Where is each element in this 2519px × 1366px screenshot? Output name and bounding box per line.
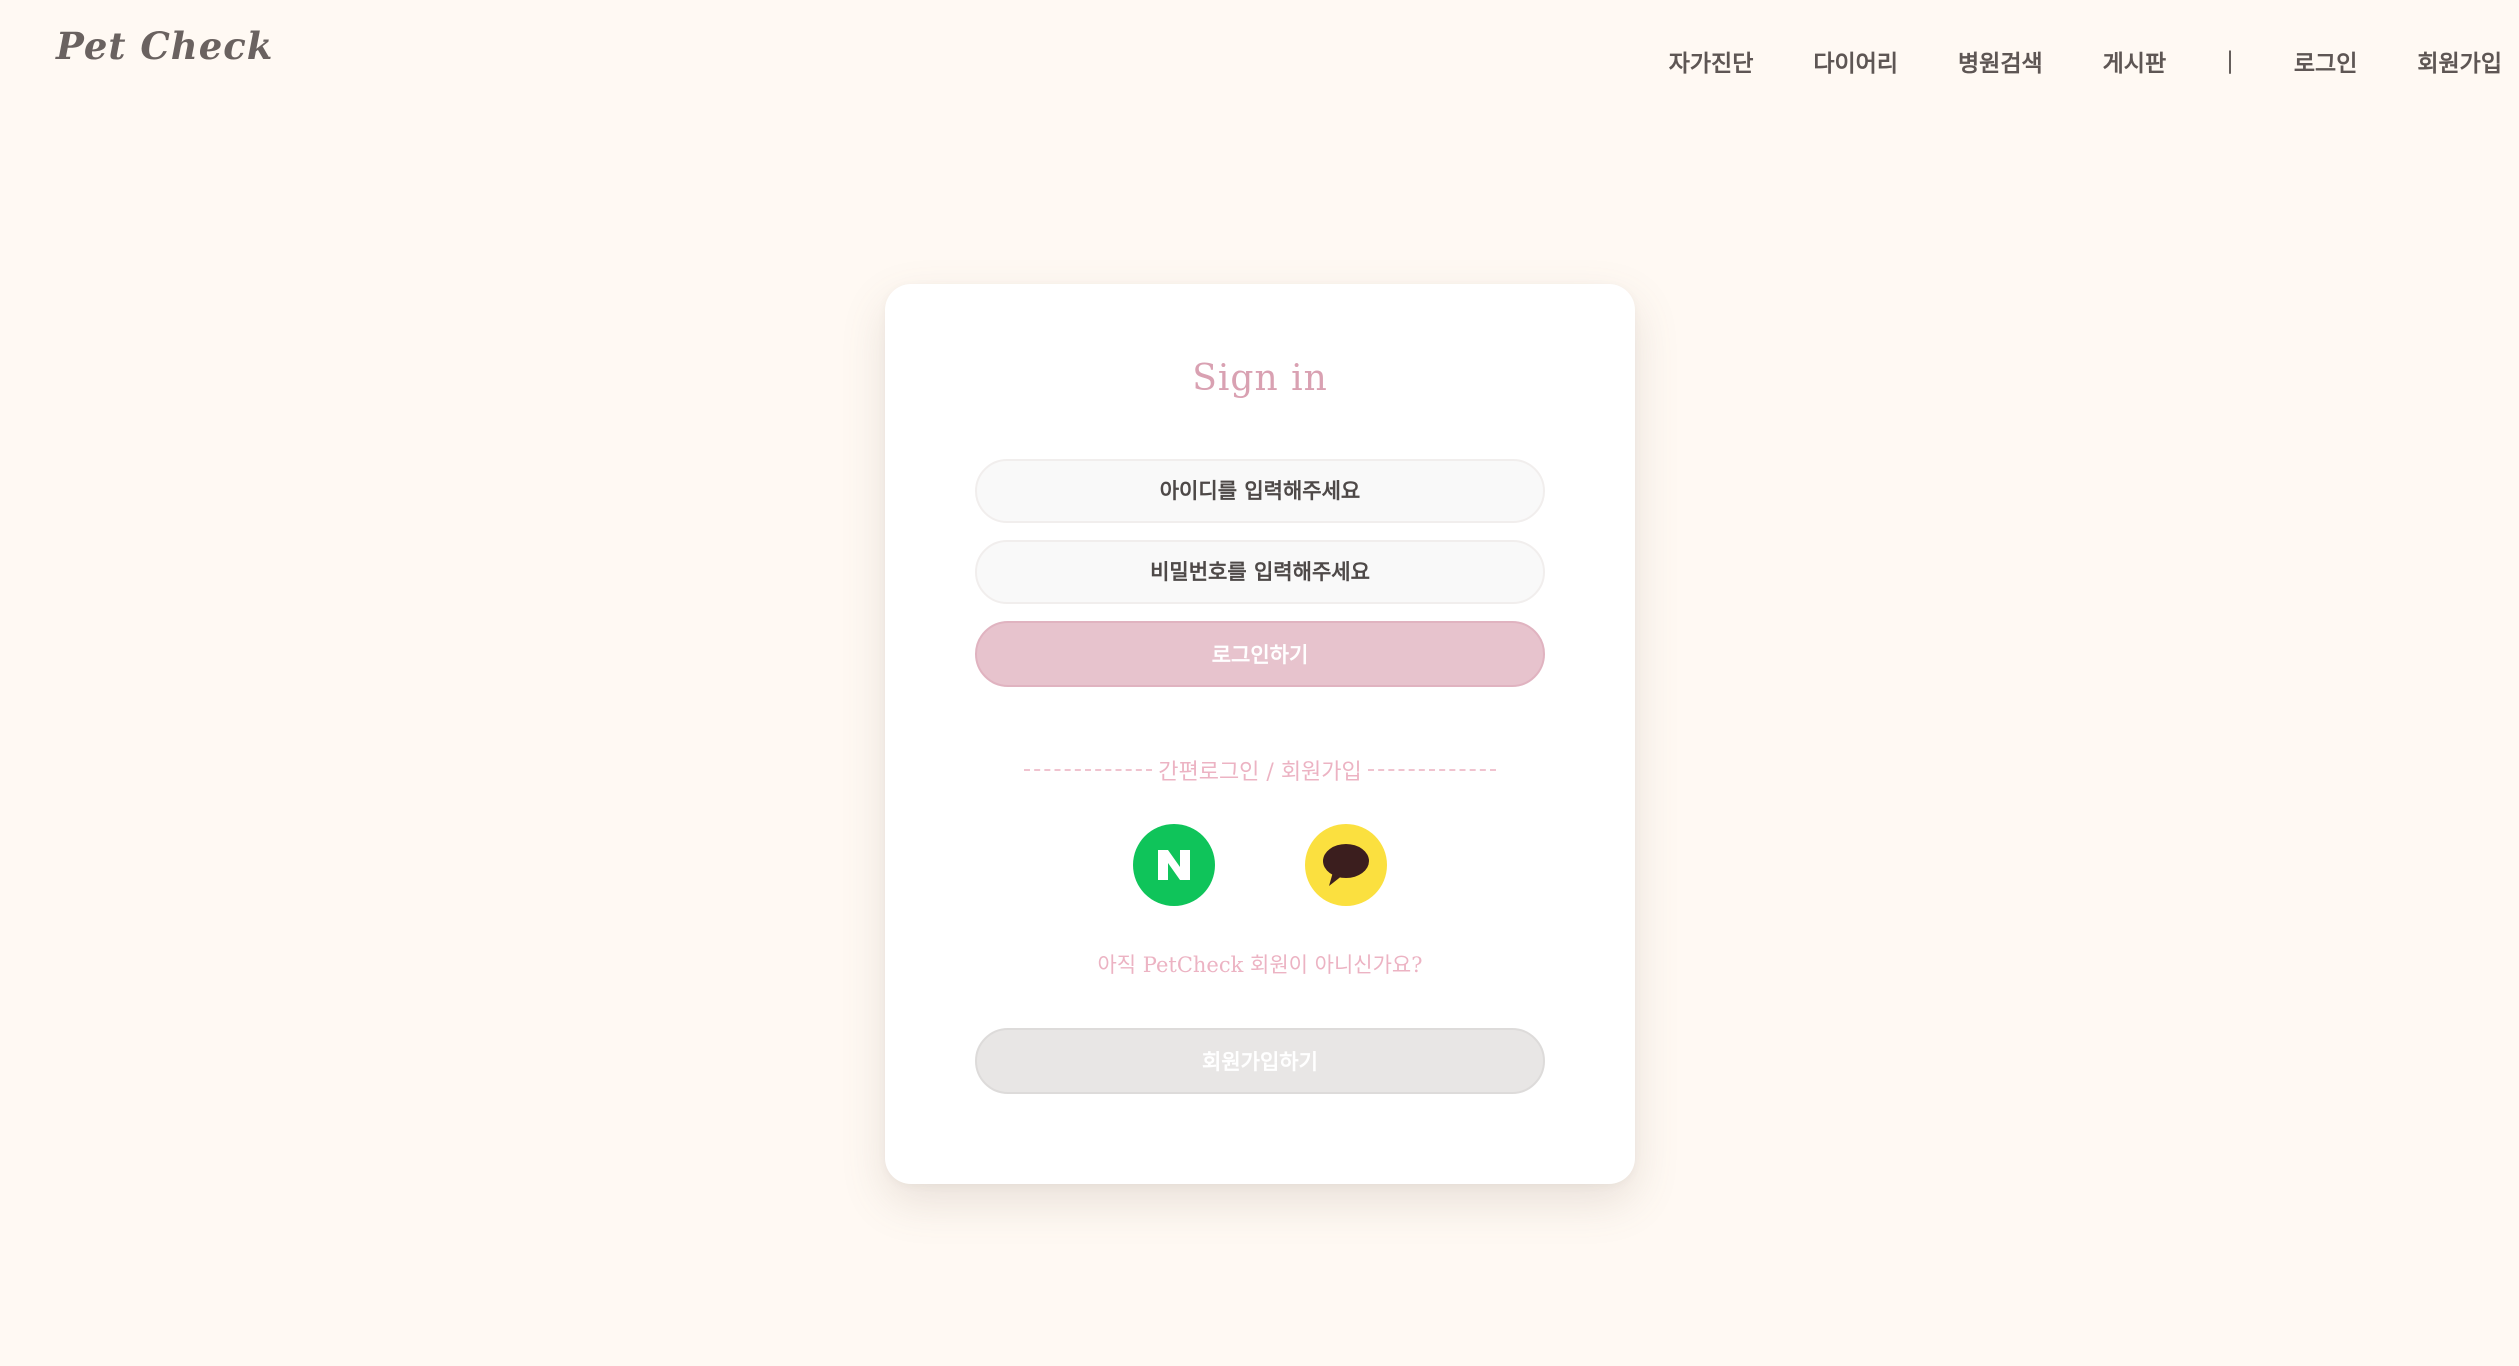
- kakao-login-button[interactable]: [1305, 824, 1387, 906]
- divider-line-right: [1367, 769, 1496, 771]
- naver-icon: [1158, 850, 1190, 880]
- nav-item-self-diagnosis[interactable]: 자가진단: [1669, 44, 1754, 78]
- password-input[interactable]: [975, 540, 1545, 604]
- nav-item-board[interactable]: 게시판: [2103, 44, 2166, 78]
- nav-item-hospital-search[interactable]: 병원검색: [1958, 44, 2043, 78]
- nav-item-diary[interactable]: 다이어리: [1813, 44, 1898, 78]
- nav-separator: |: [2226, 48, 2234, 74]
- site-logo[interactable]: Pet Check: [56, 24, 273, 68]
- card-title: Sign in: [1192, 358, 1328, 399]
- kakao-icon: [1323, 844, 1369, 886]
- social-login-divider: 간편로그인 / 회원가입: [885, 754, 1635, 786]
- main-nav: 자가진단 다이어리 병원검색 게시판 | 로그인 회원가입: [1669, 44, 2502, 78]
- login-card: Sign in 로그인하기 간편로그인 / 회원가입 아직 PetCheck 회…: [885, 284, 1635, 1184]
- divider-text: 간편로그인 / 회원가입: [1158, 760, 1362, 785]
- signup-prompt: 아직 PetCheck 회원이 아니신가요?: [1097, 953, 1423, 977]
- divider-line-left: [1024, 769, 1153, 771]
- naver-login-button[interactable]: [1133, 824, 1215, 906]
- id-input[interactable]: [975, 459, 1545, 523]
- signup-button[interactable]: 회원가입하기: [975, 1028, 1545, 1094]
- login-button[interactable]: 로그인하기: [975, 621, 1545, 687]
- nav-item-login[interactable]: 로그인: [2294, 44, 2357, 78]
- nav-item-signup[interactable]: 회원가입: [2417, 44, 2502, 78]
